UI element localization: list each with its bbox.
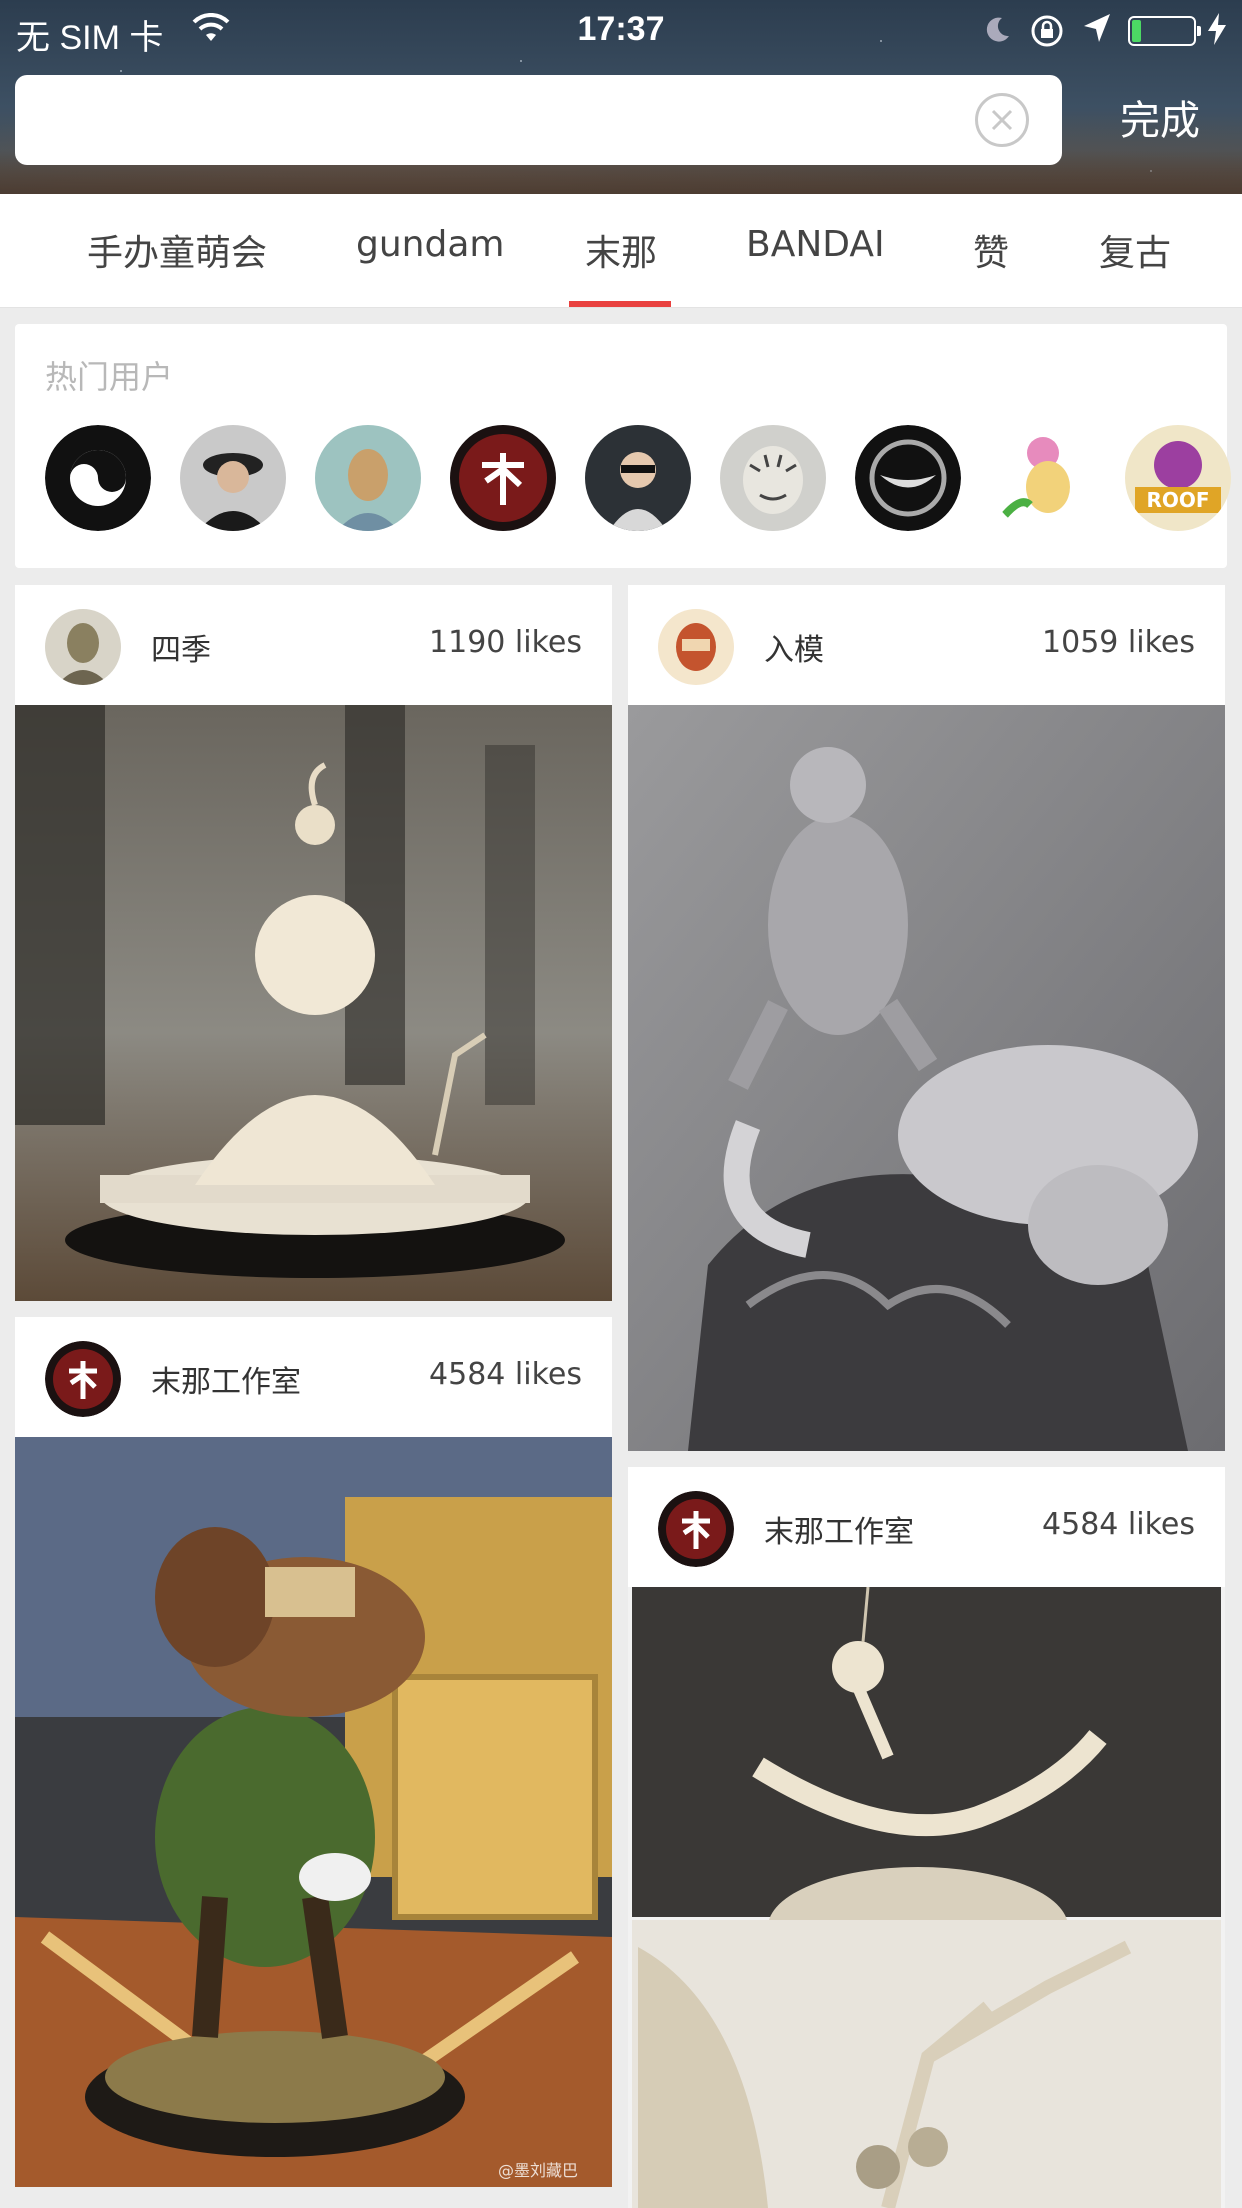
- tab-mona[interactable]: 末那: [585, 224, 657, 276]
- user-avatar[interactable]: [658, 1491, 734, 1567]
- post-card[interactable]: 入模 1059 likes: [628, 585, 1225, 1451]
- emblem-avatar[interactable]: [855, 425, 961, 531]
- tab-gundam[interactable]: gundam: [356, 224, 504, 265]
- tab-bandai[interactable]: BANDAI: [746, 224, 885, 265]
- post-likes: 4584 likes: [1042, 1507, 1195, 1542]
- search-input[interactable]: [39, 75, 959, 165]
- post-card[interactable]: 末那工作室 4584 likes @墨刘藏巴: [15, 1317, 612, 2187]
- user-avatar[interactable]: [45, 609, 121, 685]
- hot-users-panel: 热门用户 ROOF: [15, 324, 1231, 568]
- user-avatar[interactable]: [658, 609, 734, 685]
- post-likes: 1059 likes: [1042, 625, 1195, 660]
- photo-watermark: @墨刘藏巴: [497, 2161, 578, 2180]
- van-gogh-avatar[interactable]: [315, 425, 421, 531]
- cartoon-flower-avatar[interactable]: [990, 425, 1096, 531]
- post-username[interactable]: 末那工作室: [764, 1507, 914, 1551]
- search-bar: [15, 75, 1062, 165]
- post-header: 末那工作室 4584 likes: [628, 1467, 1225, 1587]
- done-button[interactable]: 完成: [1120, 88, 1200, 146]
- tab-zan[interactable]: 赞: [973, 224, 1009, 276]
- user-avatar[interactable]: [45, 1341, 121, 1417]
- mona-models-avatar[interactable]: [450, 425, 556, 531]
- post-header: 入模 1059 likes: [628, 585, 1225, 705]
- post-likes: 1190 likes: [429, 625, 582, 660]
- hot-users-title: 热门用户: [45, 358, 174, 396]
- post-photo[interactable]: [628, 705, 1225, 1451]
- post-photo[interactable]: [15, 705, 612, 1301]
- post-likes: 4584 likes: [429, 1357, 582, 1392]
- tab-shoubantongmenghui[interactable]: 手办童萌会: [87, 224, 267, 276]
- rotation-lock-icon: [1030, 14, 1064, 57]
- location-icon: [1082, 12, 1112, 53]
- post-header: 末那工作室 4584 likes: [15, 1317, 612, 1437]
- svg-text:ROOF: ROOF: [1146, 488, 1209, 512]
- post-username[interactable]: 末那工作室: [151, 1357, 301, 1401]
- roof-character-avatar[interactable]: ROOF: [1125, 425, 1231, 531]
- moon-icon: [982, 14, 1012, 54]
- post-card[interactable]: 末那工作室 4584 likes: [628, 1467, 1225, 2208]
- post-header: 四季 1190 likes: [15, 585, 612, 705]
- post-username[interactable]: 四季: [151, 625, 211, 669]
- category-tabs: 手办童萌会 gundam 末那 BANDAI 赞 复古: [0, 194, 1242, 308]
- post-photo[interactable]: [628, 1587, 1225, 2208]
- post-photo[interactable]: @墨刘藏巴: [15, 1437, 612, 2187]
- man-in-hat-avatar[interactable]: [180, 425, 286, 531]
- status-bar: 无 SIM 卡 17:37: [0, 0, 1242, 60]
- post-username[interactable]: 入模: [764, 625, 824, 669]
- yin-yang-avatar[interactable]: [45, 425, 151, 531]
- tab-fugu[interactable]: 复古: [1099, 224, 1171, 276]
- post-card[interactable]: 四季 1190 likes: [15, 585, 612, 1301]
- tiger-avatar[interactable]: [720, 425, 826, 531]
- aviator-avatar[interactable]: [585, 425, 691, 531]
- clear-search-icon[interactable]: [975, 93, 1029, 147]
- charging-icon: [1206, 12, 1228, 55]
- battery-icon: [1128, 16, 1201, 46]
- active-tab-indicator: [569, 301, 671, 307]
